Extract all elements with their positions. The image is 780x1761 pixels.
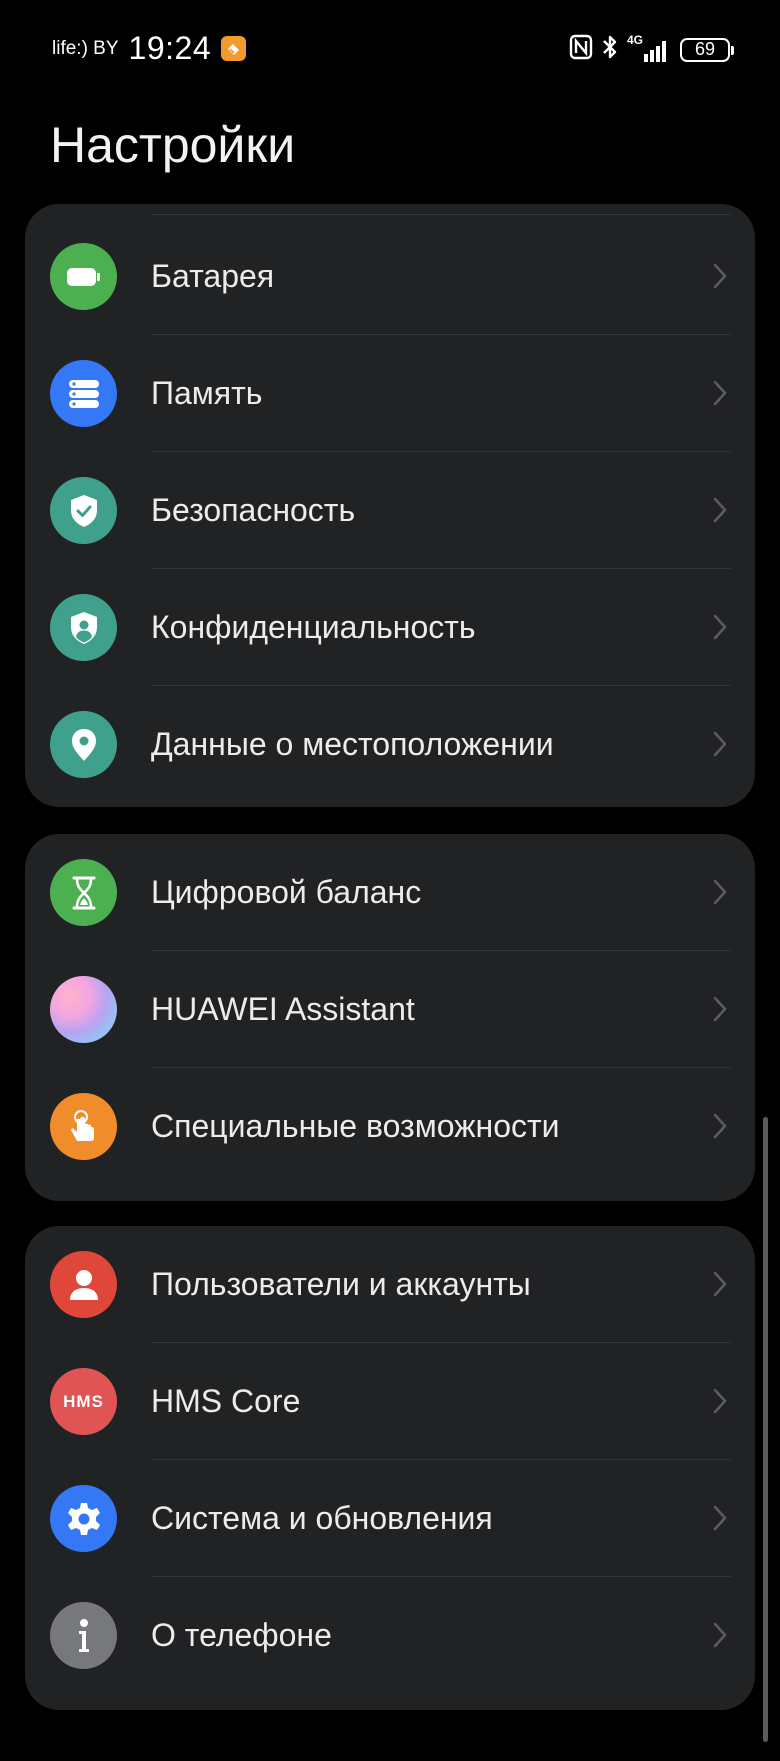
location-pin-icon	[50, 711, 117, 778]
info-icon	[50, 1602, 117, 1669]
settings-item-label: HUAWEI Assistant	[151, 991, 415, 1027]
hms-core-icon: HMS	[50, 1368, 117, 1435]
chevron-right-icon	[713, 1388, 727, 1414]
settings-item-label: Память	[151, 375, 263, 411]
settings-item-label: Батарея	[151, 258, 275, 294]
page-title: Настройки	[50, 117, 296, 173]
battery-nub	[731, 45, 734, 55]
battery-indicator: 69	[680, 37, 734, 62]
settings-item-location[interactable]: Данные о местоположении	[25, 686, 755, 803]
group-top-divider	[151, 214, 731, 215]
settings-item-label: Специальные возможности	[151, 1108, 560, 1144]
settings-item-privacy[interactable]: Конфиденциальность	[25, 569, 755, 686]
nfc-icon	[569, 34, 593, 65]
battery-icon	[50, 243, 117, 310]
hms-core-icon-text: HMS	[63, 1391, 104, 1411]
hourglass-icon	[50, 859, 117, 926]
chevron-right-icon	[713, 380, 727, 406]
settings-item-label: Пользователи и аккаунты	[151, 1266, 531, 1302]
chevron-right-icon	[713, 1505, 727, 1531]
privacy-shield-icon	[50, 594, 117, 661]
status-right: 4G 69	[569, 33, 734, 65]
settings-item-users-accounts[interactable]: Пользователи и аккаунты	[25, 1226, 755, 1343]
settings-item-label: Безопасность	[151, 492, 356, 528]
settings-item-huawei-assistant[interactable]: HUAWEI Assistant	[25, 951, 755, 1068]
bluetooth-icon	[602, 34, 618, 65]
storage-icon	[50, 360, 117, 427]
settings-item-battery[interactable]: Батарея	[25, 218, 755, 335]
settings-group-device: Батарея Память Безопасность Конфиденциал…	[25, 204, 755, 807]
chevron-right-icon	[713, 879, 727, 905]
carrier-name: life:) BY	[52, 37, 119, 59]
user-icon	[50, 1251, 117, 1318]
settings-group-system: Пользователи и аккаунты HMS HMS Core Сис…	[25, 1226, 755, 1710]
gear-icon	[50, 1485, 117, 1552]
signal-icon: 4G	[627, 33, 671, 63]
status-left: life:) BY 19:24	[52, 30, 247, 67]
chevron-right-icon	[713, 996, 727, 1022]
settings-item-label: Система и обновления	[151, 1500, 493, 1536]
accessibility-hand-icon	[50, 1093, 117, 1160]
notification-app-icon	[221, 36, 247, 61]
status-time: 19:24	[128, 30, 212, 66]
scrollbar[interactable]	[763, 1117, 768, 1742]
chevron-right-icon	[713, 1271, 727, 1297]
status-bar: life:) BY 19:24 4G 69	[0, 0, 780, 96]
chevron-right-icon	[713, 731, 727, 757]
chevron-right-icon	[713, 614, 727, 640]
settings-item-security[interactable]: Безопасность	[25, 452, 755, 569]
chevron-right-icon	[713, 1622, 727, 1648]
chevron-right-icon	[713, 497, 727, 523]
settings-item-digital-balance[interactable]: Цифровой баланс	[25, 834, 755, 951]
settings-item-hms-core[interactable]: HMS HMS Core	[25, 1343, 755, 1460]
huawei-assistant-icon	[50, 976, 117, 1043]
battery-level: 69	[694, 39, 716, 59]
settings-item-label: Цифровой баланс	[151, 874, 422, 910]
chevron-right-icon	[713, 263, 727, 289]
settings-group-wellbeing: Цифровой баланс HUAWEI Assistant Специал…	[25, 834, 755, 1201]
settings-item-system-updates[interactable]: Система и обновления	[25, 1460, 755, 1577]
settings-item-about-phone[interactable]: О телефоне	[25, 1577, 755, 1694]
settings-item-label: Данные о местоположении	[151, 726, 554, 762]
settings-item-label: О телефоне	[151, 1617, 332, 1653]
chevron-right-icon	[713, 1113, 727, 1139]
network-type: 4G	[627, 32, 644, 47]
settings-item-label: HMS Core	[151, 1383, 301, 1419]
settings-item-storage[interactable]: Память	[25, 335, 755, 452]
settings-item-accessibility[interactable]: Специальные возможности	[25, 1068, 755, 1185]
shield-check-icon	[50, 477, 117, 544]
settings-item-label: Конфиденциальность	[151, 609, 476, 645]
